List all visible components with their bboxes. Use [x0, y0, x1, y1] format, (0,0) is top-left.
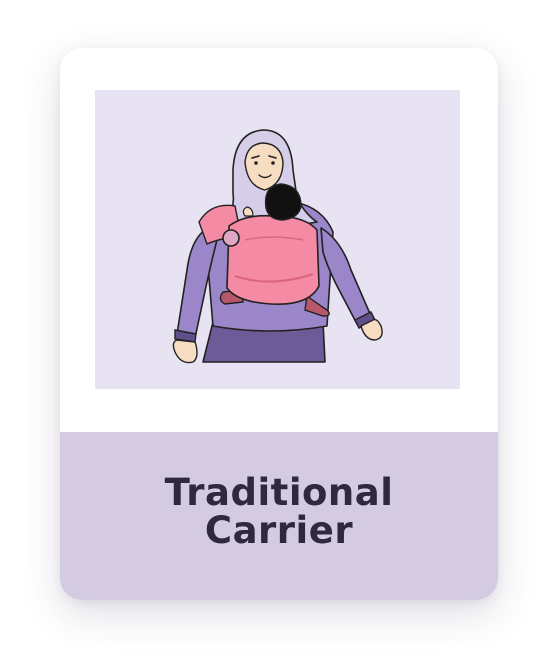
illustration-frame: [95, 90, 460, 389]
label-band: Traditional Carrier: [60, 432, 498, 600]
card-title: Traditional Carrier: [164, 471, 394, 552]
mother-with-baby-carrier-illustration: [172, 129, 383, 364]
page: Traditional Carrier: [0, 0, 558, 672]
carrier-option-card[interactable]: Traditional Carrier: [60, 48, 498, 600]
